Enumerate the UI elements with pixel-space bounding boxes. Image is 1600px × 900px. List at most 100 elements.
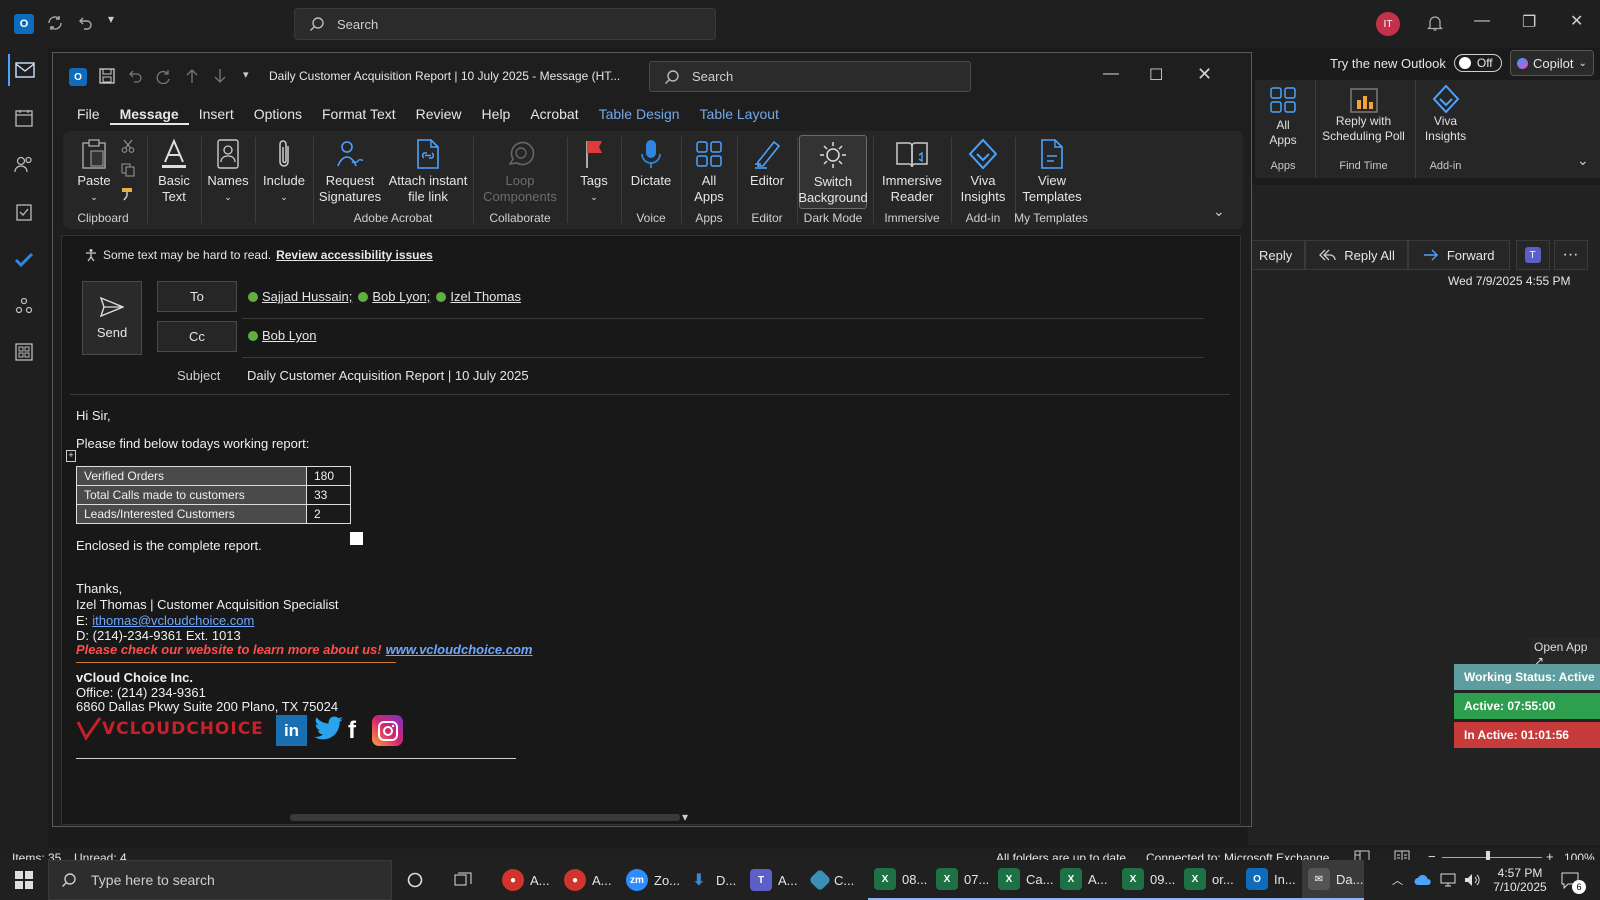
attach-instant-file-link-button[interactable]: Attach instant file link <box>387 135 469 205</box>
all-apps-button[interactable]: All Apps <box>685 135 733 205</box>
bell-icon[interactable] <box>1426 14 1444 32</box>
apps-icon[interactable] <box>8 336 40 368</box>
windows-start-icon[interactable] <box>10 860 38 900</box>
compose-close-icon[interactable]: ✕ <box>1197 64 1212 85</box>
basic-text-button[interactable]: Basic Text <box>151 135 197 205</box>
taskbar-app[interactable]: ● A... <box>496 860 558 900</box>
people-icon[interactable] <box>8 148 40 180</box>
compose-maximize-icon[interactable]: ☐ <box>1149 65 1163 85</box>
tab-message[interactable]: Message <box>109 103 189 125</box>
paste-button[interactable]: Paste ⌄ <box>71 135 117 205</box>
undo-icon[interactable] <box>76 14 94 32</box>
tab-format-text[interactable]: Format Text <box>312 103 406 125</box>
save-icon[interactable] <box>99 68 115 84</box>
tab-table-design[interactable]: Table Design <box>589 103 690 125</box>
twitter-icon[interactable] <box>314 716 344 742</box>
taskbar-app[interactable]: O In... <box>1240 860 1302 900</box>
taskbar-app[interactable]: X 07... <box>930 860 992 900</box>
table-move-handle-icon[interactable]: + <box>66 450 76 462</box>
up-arrow-icon[interactable] <box>185 68 199 84</box>
format-painter-icon[interactable] <box>121 187 135 201</box>
to-recipients[interactable]: Sajjad Hussain; Bob Lyon; Izel Thomas <box>248 289 521 304</box>
linkedin-icon[interactable]: in <box>276 715 307 746</box>
onedrive-icon[interactable] <box>1414 860 1432 900</box>
to-button[interactable]: To <box>157 281 237 312</box>
reply-all-button[interactable]: Reply All <box>1305 240 1408 270</box>
taskbar-app[interactable]: ● A... <box>558 860 620 900</box>
tab-options[interactable]: Options <box>244 103 312 125</box>
compose-qat-icon[interactable]: ▾ <box>243 68 249 81</box>
more-actions-button[interactable]: ··· <box>1553 240 1588 270</box>
taskbar-app[interactable]: X 09... <box>1116 860 1178 900</box>
scroll-down-icon[interactable]: ▾ <box>682 810 688 824</box>
task-view-icon[interactable] <box>452 860 474 900</box>
email-body-editor[interactable]: Hi Sir, Please find below todays working… <box>66 408 1226 808</box>
taskbar-app[interactable]: X A... <box>1054 860 1116 900</box>
reply-button[interactable]: Reply <box>1250 240 1306 270</box>
copilot-button[interactable]: Copilot ⌄ <box>1510 50 1594 76</box>
outer-maximize-icon[interactable]: ❐ <box>1522 12 1536 32</box>
table-cell-value[interactable]: 2 <box>306 504 351 524</box>
volume-icon[interactable] <box>1464 860 1482 900</box>
ribbon-expand-icon[interactable]: ⌄ <box>1577 152 1589 169</box>
send-button[interactable]: Send <box>82 281 142 355</box>
tab-table-layout[interactable]: Table Layout <box>690 103 789 125</box>
todo-icon[interactable] <box>8 244 40 276</box>
tab-help[interactable]: Help <box>472 103 521 125</box>
recipient[interactable]: Izel Thomas <box>436 289 521 304</box>
horizontal-scrollbar[interactable] <box>290 814 680 821</box>
sync-icon[interactable] <box>46 14 64 32</box>
redo-icon[interactable] <box>155 68 171 84</box>
tray-chevron-icon[interactable]: ︿ <box>1392 860 1403 900</box>
recipient[interactable]: Bob Lyon <box>248 328 316 343</box>
zoom-slider[interactable] <box>1442 857 1542 858</box>
include-button[interactable]: Include ⌄ <box>259 135 309 205</box>
tab-insert[interactable]: Insert <box>189 103 244 125</box>
signature-email-link[interactable]: ithomas@vcloudchoice.com <box>92 613 254 628</box>
cut-icon[interactable] <box>121 139 135 153</box>
avatar[interactable]: IT <box>1376 12 1400 36</box>
forward-button[interactable]: Forward <box>1407 240 1510 270</box>
taskbar-search[interactable]: Type here to search <box>48 860 392 900</box>
instagram-icon[interactable] <box>372 715 403 746</box>
taskbar-app[interactable]: zm Zo... <box>620 860 682 900</box>
taskbar-app[interactable]: C... <box>806 860 868 900</box>
view-templates-button[interactable]: View Templates <box>1019 135 1085 205</box>
table-cell-label[interactable]: Leads/Interested Customers <box>76 504 307 524</box>
outer-minimize-icon[interactable]: — <box>1474 12 1490 30</box>
all-apps-group[interactable]: All Apps Apps <box>1255 80 1311 178</box>
editor-button[interactable]: Editor <box>741 135 793 189</box>
new-outlook-toggle[interactable]: Off <box>1453 54 1502 72</box>
customize-qat-icon[interactable]: ▾ <box>108 12 114 26</box>
down-arrow-icon[interactable] <box>213 68 227 84</box>
scheduling-poll-group[interactable]: Reply with Scheduling Poll Find Time <box>1315 80 1411 178</box>
table-resize-handle-icon[interactable] <box>350 532 363 545</box>
taskbar-app[interactable]: ✉ Da... <box>1302 860 1364 900</box>
tab-file[interactable]: File <box>67 103 110 125</box>
compose-ribbon-collapse-icon[interactable]: ⌄ <box>1213 203 1225 220</box>
viva-insights-button[interactable]: Viva Insights <box>955 135 1011 205</box>
teams-share-button[interactable]: T <box>1515 240 1550 270</box>
tab-acrobat[interactable]: Acrobat <box>520 103 588 125</box>
recipient[interactable]: Bob Lyon; <box>358 289 430 304</box>
network-icon[interactable] <box>1440 860 1458 900</box>
table-cell-value[interactable]: 180 <box>306 466 351 486</box>
review-accessibility-link[interactable]: Review accessibility issues <box>276 248 433 262</box>
cc-recipients[interactable]: Bob Lyon <box>248 328 316 343</box>
compose-minimize-icon[interactable]: — <box>1103 65 1119 83</box>
taskbar-app[interactable]: Xor... <box>1178 860 1240 900</box>
mail-icon[interactable] <box>8 54 40 86</box>
compose-undo-icon[interactable] <box>127 68 143 84</box>
groups-icon[interactable] <box>8 290 40 322</box>
taskbar-app[interactable]: T A... <box>744 860 806 900</box>
outer-search-box[interactable]: Search <box>294 8 716 40</box>
calendar-icon[interactable] <box>8 102 40 134</box>
outer-close-icon[interactable]: ✕ <box>1570 11 1583 31</box>
tab-review[interactable]: Review <box>406 103 472 125</box>
clock[interactable]: 4:57 PM 7/10/2025 <box>1488 860 1552 900</box>
compose-search-box[interactable]: Search <box>649 61 971 92</box>
website-link[interactable]: www.vcloudchoice.com <box>386 642 533 657</box>
switch-background-button[interactable]: Switch Background <box>798 135 868 209</box>
taskbar-app[interactable]: X 08... <box>868 860 930 900</box>
facebook-icon[interactable]: f <box>348 716 364 746</box>
